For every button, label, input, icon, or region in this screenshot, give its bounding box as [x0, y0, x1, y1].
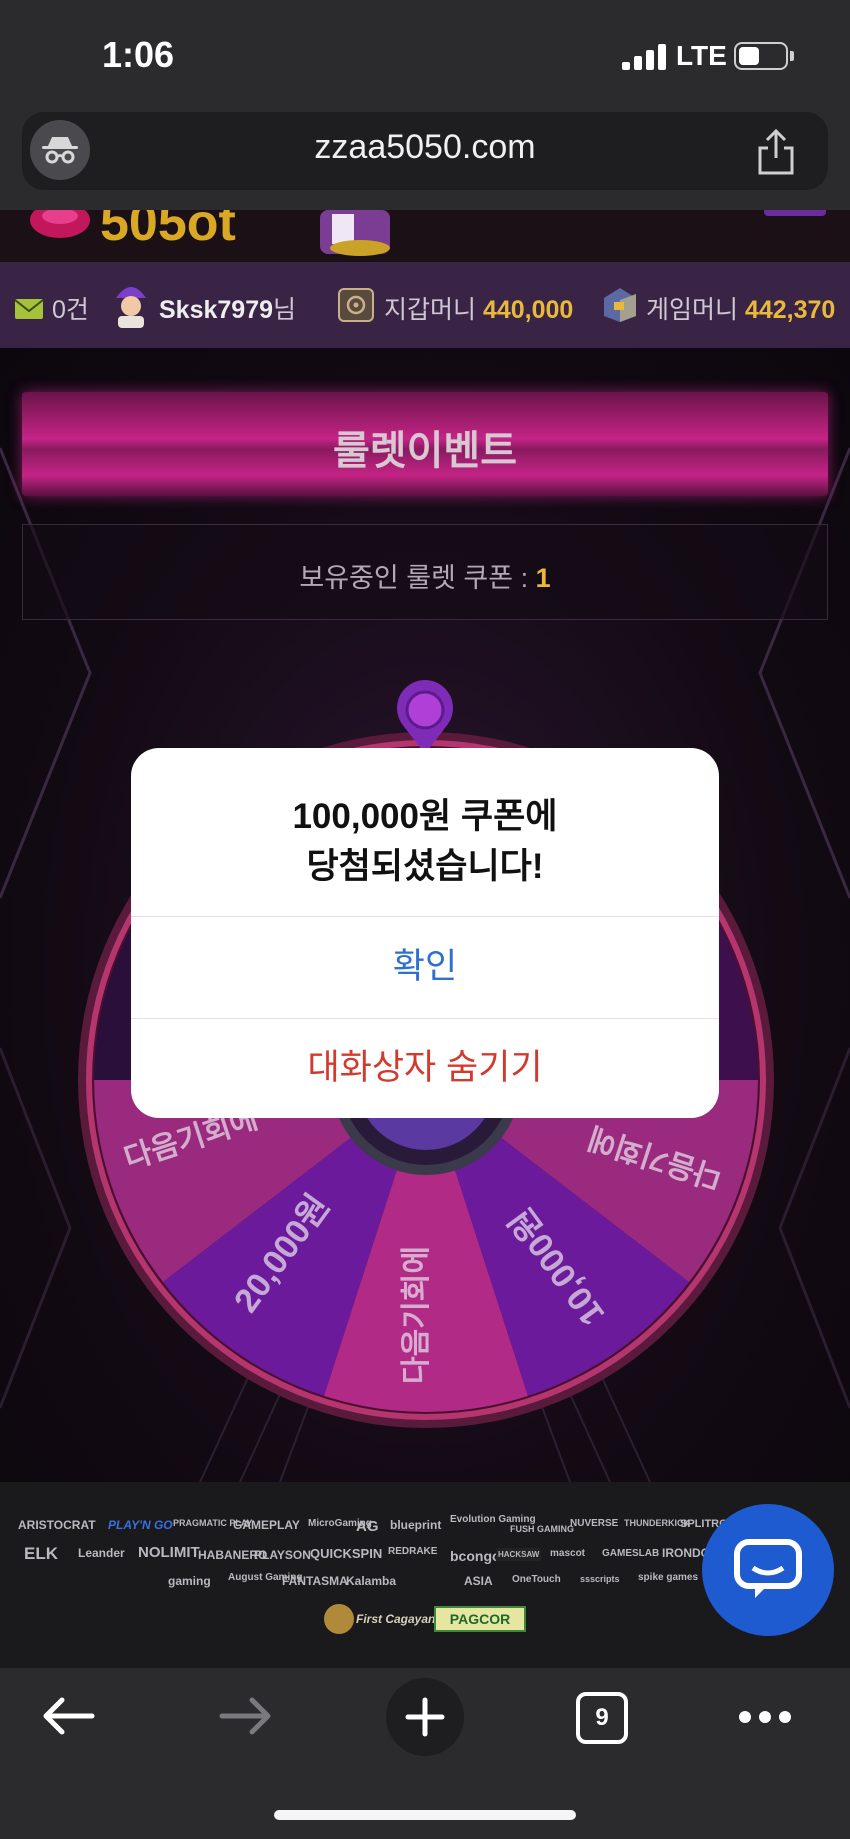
partner-logo: OneTouch	[512, 1574, 561, 1585]
dialog-message: 100,000원 쿠폰에 당첨되셨습니다!	[131, 792, 719, 892]
username-suffix: 님	[273, 296, 297, 324]
partner-logo: blueprint	[390, 1518, 442, 1532]
dialog-message-line1: 100,000원 쿠폰에	[292, 797, 558, 836]
partner-logo: spike games	[638, 1572, 699, 1583]
status-time: 1:06	[102, 34, 175, 75]
game-money-value: 442,370	[744, 296, 836, 324]
chat-bubble-icon	[734, 1539, 802, 1598]
home-indicator[interactable]	[274, 1810, 576, 1820]
partner-logo: gaming	[168, 1574, 211, 1588]
new-tab-button[interactable]	[386, 1678, 464, 1756]
back-arrow-icon[interactable]	[40, 1694, 96, 1743]
partner-logo: REDRAKE	[388, 1546, 438, 1557]
url-text[interactable]: zzaa5050.com	[0, 128, 850, 167]
message-count[interactable]: 0건	[52, 290, 89, 326]
pagcor-text: PAGCOR	[449, 1611, 511, 1627]
battery-icon	[734, 42, 788, 70]
share-icon[interactable]	[754, 128, 798, 176]
wallet-label: 지갑머니	[384, 296, 477, 324]
certification-seal-icon	[324, 1604, 354, 1634]
game-money: 게임머니 442,370	[646, 290, 835, 326]
svg-text:505ot: 505ot	[100, 210, 236, 252]
partner-logo: bcongo	[450, 1548, 501, 1564]
plus-icon	[405, 1697, 445, 1737]
partner-logo: Kalamba	[346, 1574, 397, 1588]
dialog-ok-button[interactable]: 확인	[131, 916, 719, 1018]
certification-pagcor: PAGCOR	[434, 1606, 526, 1632]
partner-logo: QUICKSPIN	[310, 1546, 383, 1561]
dialog-message-line2: 당첨되셨습니다!	[306, 847, 544, 886]
event-title: 룰렛이벤트	[333, 429, 517, 473]
forward-arrow-icon[interactable]	[218, 1694, 274, 1743]
coupon-info: 보유중인 룰렛 쿠폰 : 1	[22, 556, 828, 595]
site-logo[interactable]: 505ot	[20, 210, 420, 260]
certification-first-cagayan: First Cagayan	[356, 1612, 436, 1626]
coupon-count: 1	[535, 563, 551, 593]
partner-logo: ARISTOCRAT	[18, 1518, 96, 1532]
mail-icon[interactable]	[14, 298, 44, 325]
wallet-value: 440,000	[482, 296, 574, 324]
partner-logo: HACKSAW	[496, 1548, 542, 1561]
partner-logo: ssscripts	[580, 1574, 620, 1584]
wheel-label: 다음기회에	[400, 1246, 433, 1384]
network-label: LTE	[676, 40, 727, 71]
wheel-pointer-icon	[397, 680, 453, 754]
partner-logo: PLAY'N GO	[108, 1518, 173, 1532]
wallet-icon	[338, 288, 374, 327]
tab-count: 9	[595, 1704, 609, 1731]
partner-logo: GAMEPLAY	[233, 1518, 300, 1532]
battery-tip	[790, 51, 794, 61]
username[interactable]: Sksk7979님	[159, 290, 296, 326]
partner-logo: ASIA	[464, 1574, 493, 1588]
signal-icon	[622, 44, 666, 70]
partner-logo: ELK	[24, 1544, 58, 1563]
alert-dialog: 100,000원 쿠폰에 당첨되셨습니다! 확인 대화상자 숨기기	[131, 748, 719, 1118]
dialog-hide-button[interactable]: 대화상자 숨기기	[131, 1018, 719, 1118]
game-money-label: 게임머니	[646, 296, 739, 324]
partner-logo: PLAYSON	[254, 1548, 311, 1562]
username-text: Sksk7979	[159, 296, 274, 324]
partner-logo: FANTASMA	[282, 1574, 348, 1588]
partner-logo: FUSH GAMING	[510, 1524, 574, 1534]
more-dots-icon[interactable]	[738, 1710, 792, 1729]
user-avatar-icon	[110, 280, 152, 333]
tab-switcher-button[interactable]: 9	[576, 1692, 628, 1744]
game-money-icon	[600, 284, 640, 329]
partner-logo: GAMESLAB	[602, 1548, 660, 1559]
wallet-money: 지갑머니 440,000	[384, 290, 573, 326]
partner-logo: NUVERSE	[570, 1518, 619, 1529]
partner-logo: mascot	[550, 1548, 586, 1559]
partner-logo: NOLIMIT	[138, 1544, 200, 1561]
partner-logo: Leander	[78, 1546, 125, 1560]
live-chat-button[interactable]	[702, 1504, 834, 1636]
menu-button[interactable]	[764, 210, 826, 216]
partner-logo: AG	[356, 1518, 379, 1535]
coupon-label: 보유중인 룰렛 쿠폰 :	[299, 563, 536, 593]
